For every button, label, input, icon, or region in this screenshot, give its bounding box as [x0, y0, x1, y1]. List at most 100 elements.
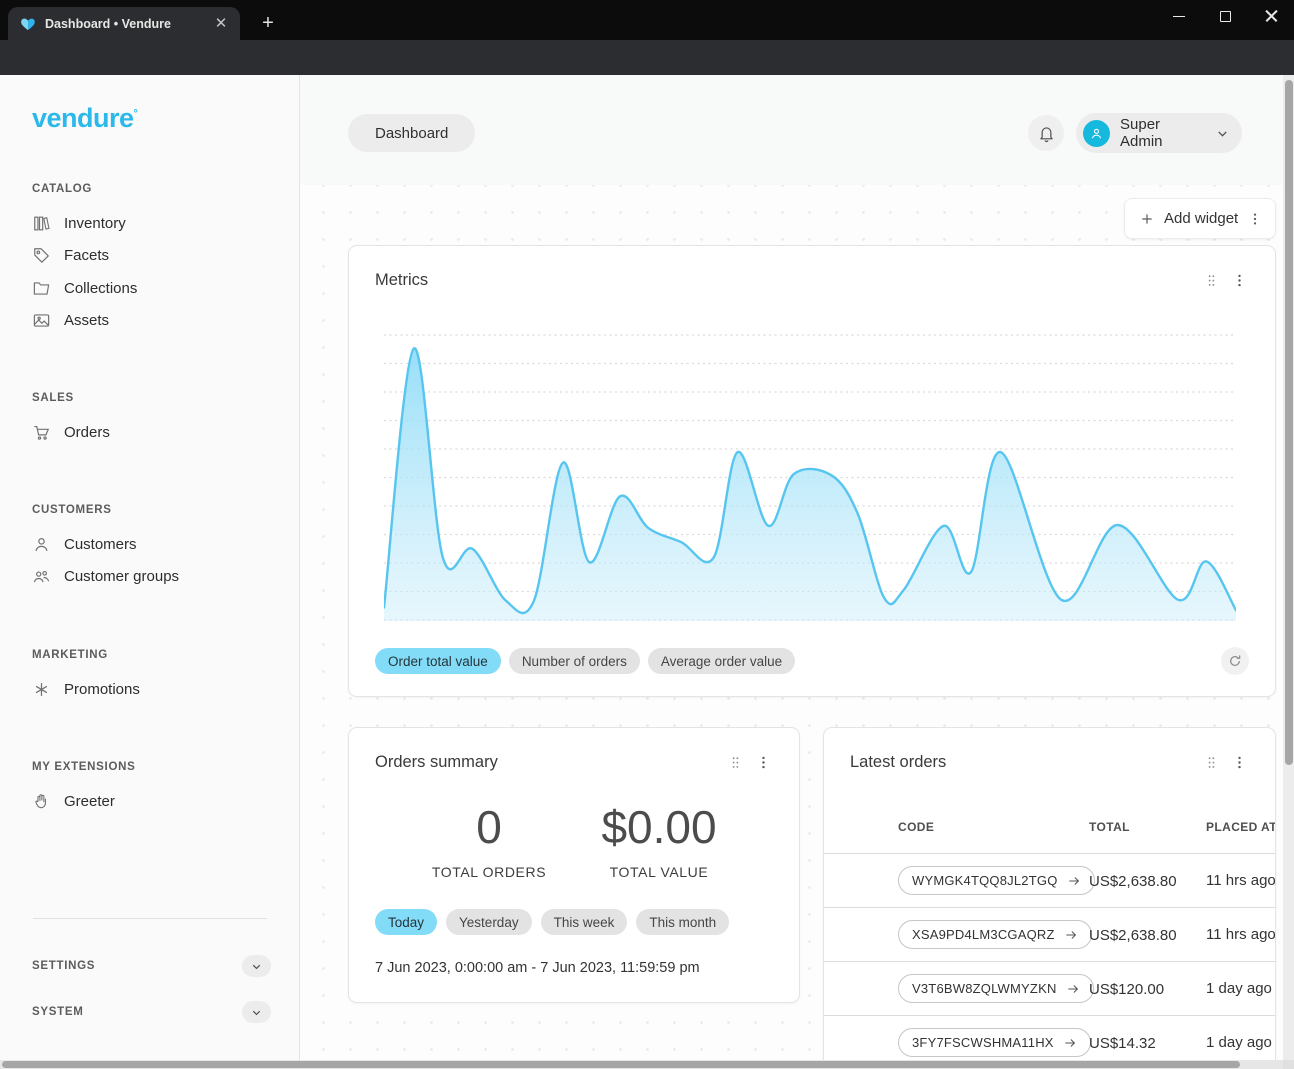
sidebar-item-customers[interactable]: Customers	[0, 528, 299, 561]
add-widget-menu-button[interactable]	[1243, 207, 1267, 231]
widget-menu-button[interactable]	[751, 750, 775, 774]
chip-this-week[interactable]: This week	[541, 909, 628, 935]
browser-tab[interactable]: Dashboard • Vendure ✕	[8, 7, 240, 40]
arrow-right-icon	[1064, 928, 1078, 942]
scrollbar-corner	[1283, 1060, 1294, 1069]
order-code-link[interactable]: V3T6BW8ZQLWMYZKN	[898, 974, 1094, 1003]
orders-summary-widget: Orders summary 0 TOTAL ORDERS $0.00	[348, 727, 800, 1003]
table-row: XSA9PD4LM3CGAQRZ US$2,638.80 11 hrs ago	[824, 909, 1276, 961]
sidebar-item-greeter[interactable]: Greeter	[0, 785, 299, 818]
section-label: MARKETING	[0, 649, 299, 661]
drag-handle-icon[interactable]	[723, 750, 747, 774]
sidebar-item-facets[interactable]: Facets	[0, 240, 299, 273]
close-icon	[1265, 10, 1278, 23]
sidebar-item-collections[interactable]: Collections	[0, 272, 299, 305]
refresh-icon	[1227, 653, 1243, 669]
widget-title: Metrics	[375, 271, 1199, 290]
sidebar: vendure° CATALOG Inventory Facets Collec…	[0, 75, 300, 1060]
arrow-right-icon	[1067, 874, 1081, 888]
chip-yesterday[interactable]: Yesterday	[446, 909, 532, 935]
asterisk-icon	[32, 680, 51, 699]
sidebar-section-customers: CUSTOMERS Customers Customer groups	[0, 504, 299, 593]
sidebar-section-sales: SALES Orders	[0, 392, 299, 449]
browser-toolbar: localhost:3000/admin/	[0, 40, 1294, 75]
order-code-link[interactable]: 3FY7FSCWSHMA11HX	[898, 1028, 1091, 1057]
vertical-scrollbar[interactable]	[1283, 75, 1294, 1060]
section-label: SALES	[0, 392, 299, 404]
table-row: 3FY7FSCWSHMA11HX US$14.32 1 day ago	[824, 1017, 1276, 1060]
drag-handle-icon[interactable]	[1199, 750, 1223, 774]
table-row: V3T6BW8ZQLWMYZKN US$120.00 1 day ago	[824, 963, 1276, 1015]
widget-title: Orders summary	[375, 753, 723, 772]
add-widget-button[interactable]: Add widget	[1124, 198, 1276, 239]
kebab-menu-icon	[1231, 754, 1248, 771]
bell-icon	[1037, 124, 1056, 143]
sidebar-section-settings[interactable]: SETTINGS	[0, 947, 299, 985]
chip-number-of-orders[interactable]: Number of orders	[509, 648, 640, 674]
plus-icon	[1139, 211, 1155, 227]
widget-menu-button[interactable]	[1227, 268, 1251, 292]
sidebar-divider	[33, 918, 267, 919]
sidebar-section-system[interactable]: SYSTEM	[0, 993, 299, 1031]
tab-close-icon[interactable]: ✕	[212, 15, 230, 33]
library-icon	[32, 214, 51, 233]
order-code-link[interactable]: WYMGK4TQQ8JL2TGQ	[898, 866, 1095, 895]
table-row: WYMGK4TQQ8JL2TGQ US$2,638.80 11 hrs ago	[824, 855, 1276, 907]
vertical-scrollbar-thumb[interactable]	[1285, 80, 1293, 765]
vendure-admin-app: vendure° CATALOG Inventory Facets Collec…	[0, 75, 1283, 1060]
stat-total-value: $0.00 TOTAL VALUE	[574, 802, 744, 880]
order-code-link[interactable]: XSA9PD4LM3CGAQRZ	[898, 920, 1092, 949]
breadcrumb[interactable]: Dashboard	[348, 114, 475, 152]
window-close-button[interactable]	[1248, 0, 1294, 32]
sidebar-item-inventory[interactable]: Inventory	[0, 207, 299, 240]
folder-icon	[32, 279, 51, 298]
users-icon	[32, 567, 51, 586]
browser-tab-strip: Dashboard • Vendure ✕ +	[0, 0, 1294, 40]
vendure-logo[interactable]: vendure°	[32, 103, 137, 134]
vendure-favicon-icon	[20, 16, 36, 32]
chip-order-total-value[interactable]: Order total value	[375, 648, 501, 674]
horizontal-scrollbar[interactable]	[0, 1060, 1283, 1069]
sidebar-section-catalog: CATALOG Inventory Facets Collections Ass…	[0, 183, 299, 337]
tag-icon	[32, 246, 51, 265]
metrics-widget: Metrics Order total value Number of orde…	[348, 245, 1276, 697]
chip-this-month[interactable]: This month	[636, 909, 729, 935]
user-menu[interactable]: Super Admin	[1076, 113, 1242, 153]
main-content: Dashboard Super Admin Add widget	[300, 75, 1283, 1060]
new-tab-button[interactable]: +	[256, 12, 280, 36]
chevron-down-icon	[250, 960, 263, 973]
kebab-menu-icon	[1231, 272, 1248, 289]
section-label: CUSTOMERS	[0, 504, 299, 516]
arrow-right-icon	[1063, 1036, 1077, 1050]
sidebar-item-customer-groups[interactable]: Customer groups	[0, 561, 299, 594]
settings-expand-button[interactable]	[242, 955, 271, 977]
sidebar-item-assets[interactable]: Assets	[0, 305, 299, 338]
user-avatar	[1083, 120, 1110, 147]
page-header: Dashboard Super Admin	[300, 75, 1283, 185]
cart-icon	[32, 423, 51, 442]
tab-title: Dashboard • Vendure	[45, 17, 212, 31]
widget-menu-button[interactable]	[1227, 750, 1251, 774]
widget-title: Latest orders	[850, 753, 1199, 772]
sidebar-section-my-extensions: MY EXTENSIONS Greeter	[0, 761, 299, 818]
kebab-menu-icon	[755, 754, 772, 771]
metrics-chart	[384, 331, 1236, 621]
stat-total-orders: 0 TOTAL ORDERS	[404, 802, 574, 880]
chip-average-order-value[interactable]: Average order value	[648, 648, 795, 674]
sidebar-item-promotions[interactable]: Promotions	[0, 673, 299, 706]
refresh-button[interactable]	[1221, 647, 1249, 675]
horizontal-scrollbar-thumb[interactable]	[2, 1061, 1240, 1068]
notifications-button[interactable]	[1028, 115, 1064, 151]
window-maximize-button[interactable]	[1202, 0, 1248, 32]
user-name: Super Admin	[1120, 116, 1205, 150]
section-label: CATALOG	[0, 183, 299, 195]
arrow-right-icon	[1066, 982, 1080, 996]
system-expand-button[interactable]	[242, 1001, 271, 1023]
window-minimize-button[interactable]	[1156, 0, 1202, 32]
hand-icon	[32, 792, 51, 811]
sidebar-item-orders[interactable]: Orders	[0, 416, 299, 449]
chevron-down-icon	[1215, 126, 1230, 141]
chip-today[interactable]: Today	[375, 909, 437, 935]
drag-handle-icon[interactable]	[1199, 268, 1223, 292]
latest-orders-widget: Latest orders CODE TOTAL PLACED AT WYMGK…	[823, 727, 1276, 1060]
